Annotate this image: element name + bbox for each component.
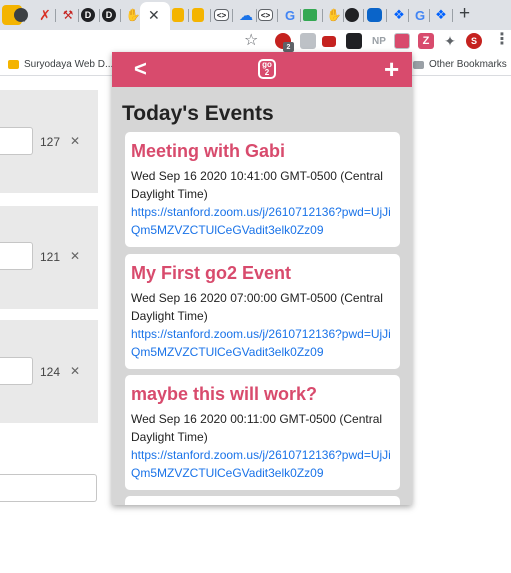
hand-icon[interactable]: ✋ xyxy=(324,5,344,25)
chrome-icon[interactable] xyxy=(14,8,28,22)
go2-logo: go 2 xyxy=(258,59,276,79)
bookmark-other[interactable]: Other Bookmarks xyxy=(413,59,507,70)
event-link[interactable]: https://stanford.zoom.us/j/2610712136?pw… xyxy=(131,203,394,239)
google-icon[interactable]: G xyxy=(280,5,300,25)
bg-number: 124 xyxy=(40,365,61,379)
bookmark-favicon-icon xyxy=(8,60,19,69)
bg-row: 127 ✕ xyxy=(0,90,98,193)
bg-row: 121 ✕ xyxy=(0,206,98,309)
code-icon[interactable]: <> xyxy=(214,9,229,21)
bookmark-star-icon[interactable]: ☆ xyxy=(244,32,258,50)
event-title[interactable]: My First go2 Event xyxy=(131,262,394,284)
window-icon[interactable] xyxy=(346,33,362,49)
d-icon[interactable]: D xyxy=(102,8,116,22)
page-title: Today's Events xyxy=(122,102,274,125)
bookmark-label: Other Bookmarks xyxy=(429,59,507,70)
bookmark-suryodaya[interactable]: Suryodaya Web D... xyxy=(8,59,113,70)
remove-icon[interactable]: ✕ xyxy=(70,134,80,148)
event-title[interactable]: maybe this will work? xyxy=(131,383,394,405)
sheet-icon[interactable] xyxy=(303,9,317,21)
github-icon[interactable] xyxy=(345,8,359,22)
event-time: Wed Sep 16 2020 07:00:00 GMT-0500 (Centr… xyxy=(131,291,383,323)
go2-popup: < go 2 + Today's Events Meeting with Gab… xyxy=(112,52,412,505)
event-card-partial xyxy=(125,496,400,505)
event-link[interactable]: https://stanford.zoom.us/j/2610712136?pw… xyxy=(131,446,394,482)
menu-icon[interactable]: ⋮ xyxy=(494,31,510,49)
puzzle-icon[interactable]: ✦ xyxy=(442,33,458,49)
popup-header: < go 2 + xyxy=(112,52,412,87)
google-icon[interactable]: G xyxy=(410,5,430,25)
video-icon[interactable] xyxy=(322,36,336,47)
event-card: Meeting with Gabi Wed Sep 16 2020 10:41:… xyxy=(125,132,400,247)
logo-bottom: 2 xyxy=(264,68,270,77)
event-link[interactable]: https://stanford.zoom.us/j/2610712136?pw… xyxy=(131,325,394,361)
add-event-button[interactable]: + xyxy=(384,54,399,84)
dropbox-icon[interactable]: ❖ xyxy=(389,5,409,25)
z-extension-icon[interactable]: Z xyxy=(418,33,434,49)
red-x-icon[interactable]: ✗ xyxy=(35,5,55,25)
event-time: Wed Sep 16 2020 10:41:00 GMT-0500 (Centr… xyxy=(131,169,383,201)
dropbox-icon[interactable]: ❖ xyxy=(431,5,451,25)
cloud-icon[interactable]: ☁ xyxy=(236,5,256,25)
bg-input[interactable] xyxy=(0,357,33,385)
bg-number: 127 xyxy=(40,135,61,149)
remove-icon[interactable]: ✕ xyxy=(70,364,80,378)
browser-window: ✗ ⚒ D D ✋ ✕ <> ☁ <> G ✋ ❖ G ❖ + ☆ 2 NP Z… xyxy=(0,0,511,573)
close-icon[interactable]: ✕ xyxy=(148,6,160,24)
go2-extension-icon[interactable] xyxy=(394,33,410,49)
tab-strip: ✗ ⚒ D D ✋ ✕ <> ☁ <> G ✋ ❖ G ❖ + xyxy=(0,0,511,30)
bg-row: 124 ✕ xyxy=(0,320,98,423)
translate-icon[interactable] xyxy=(300,33,316,49)
back-button[interactable]: < xyxy=(134,56,147,82)
bg-bottom-input[interactable] xyxy=(0,474,97,502)
new-tab-button[interactable]: + xyxy=(459,4,470,24)
hand-icon[interactable] xyxy=(172,8,184,22)
extension-badge: 2 xyxy=(283,42,294,52)
bg-input[interactable] xyxy=(0,127,33,155)
hand-icon[interactable] xyxy=(192,8,204,22)
remove-icon[interactable]: ✕ xyxy=(70,249,80,263)
code-icon[interactable]: <> xyxy=(258,9,273,21)
bg-number: 121 xyxy=(40,250,61,264)
bookmark-label: Suryodaya Web D... xyxy=(24,59,114,70)
bg-input[interactable] xyxy=(0,242,33,270)
event-time: Wed Sep 16 2020 00:11:00 GMT-0500 (Centr… xyxy=(131,412,383,444)
event-card: My First go2 Event Wed Sep 16 2020 07:00… xyxy=(125,254,400,369)
np-icon[interactable]: NP xyxy=(369,33,389,49)
d-icon[interactable]: D xyxy=(81,8,95,22)
event-card: maybe this will work? Wed Sep 16 2020 00… xyxy=(125,375,400,490)
profile-avatar[interactable]: S xyxy=(466,33,482,49)
event-title[interactable]: Meeting with Gabi xyxy=(131,140,394,162)
tools-icon[interactable]: ⚒ xyxy=(58,5,78,25)
outlook-icon[interactable] xyxy=(367,8,382,22)
folder-icon xyxy=(413,60,424,69)
